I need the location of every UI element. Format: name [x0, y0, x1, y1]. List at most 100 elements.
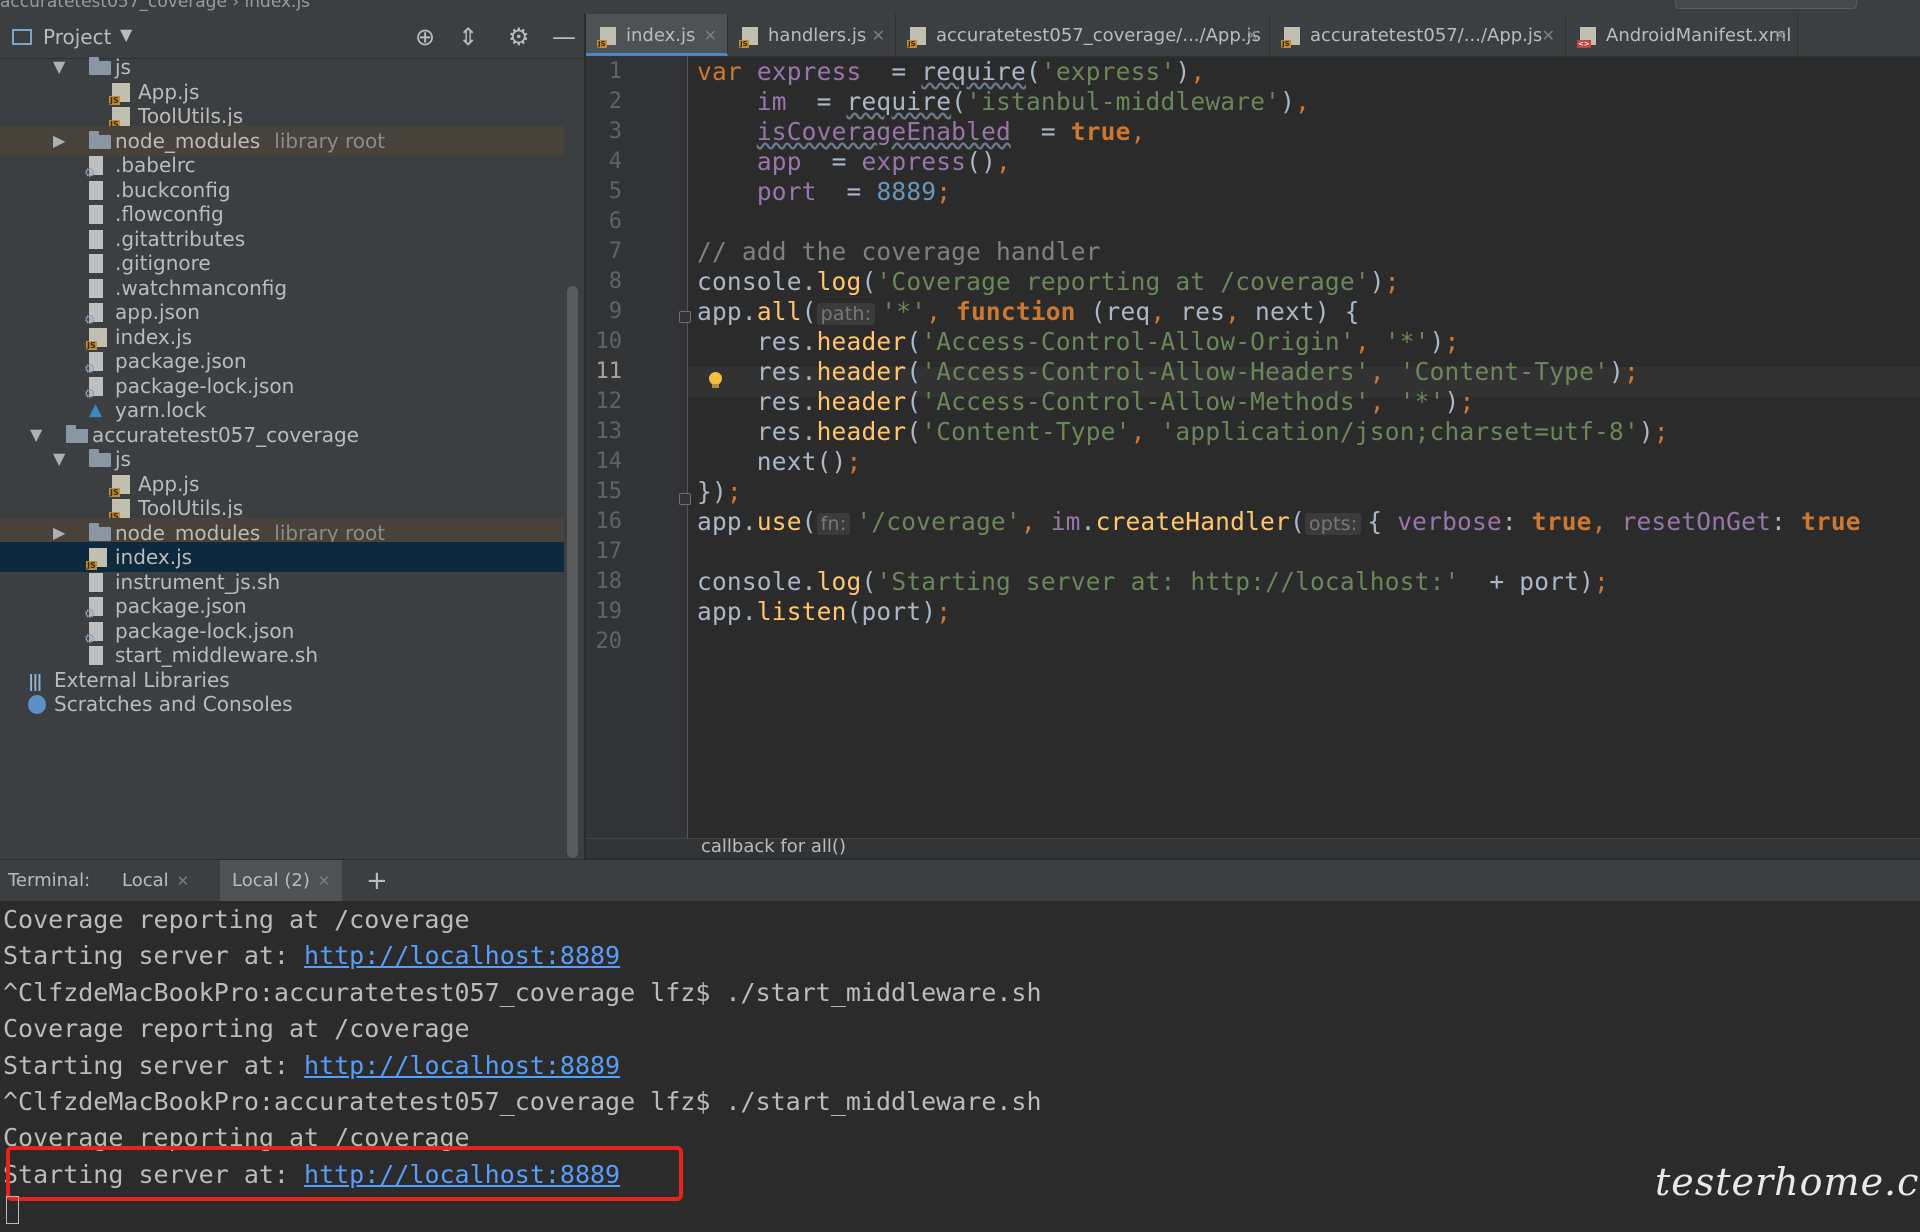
terminal-tab[interactable]: Local ✕	[110, 860, 201, 902]
code-line: res.header('Access-Control-Allow-Methods…	[697, 387, 1474, 417]
code-line: im = require('istanbul-middleware'),	[697, 87, 1310, 117]
code-token: require	[921, 57, 1026, 86]
code-token: ,	[1130, 417, 1161, 446]
close-icon[interactable]: ✕	[872, 14, 885, 58]
code-token: 'Coverage reporting at /coverage'	[876, 267, 1370, 296]
line-number: 13	[595, 419, 623, 444]
navigation-breadcrumb[interactable]: accuratetest057_coverage › index.js	[0, 0, 310, 12]
parameter-hint: path:	[816, 303, 876, 325]
code-token: ;	[1594, 567, 1609, 596]
line-number: 9	[608, 299, 622, 324]
code-token: ,	[1190, 57, 1206, 86]
editor-tab[interactable]: accuratetest057/.../App.js✕	[1270, 14, 1566, 56]
terminal-line: Coverage reporting at /coverage	[3, 1011, 470, 1047]
code-token: express	[861, 147, 967, 176]
code-token: :	[1771, 507, 1801, 536]
hide-panel-icon[interactable]: —	[552, 23, 576, 51]
line-number: 2	[608, 89, 622, 114]
close-icon[interactable]: ✕	[1542, 14, 1555, 58]
code-token: log	[816, 267, 862, 296]
code-token: )	[1444, 387, 1460, 416]
close-icon[interactable]: ✕	[1246, 14, 1259, 58]
code-token: console.	[697, 567, 817, 596]
scratches-icon	[28, 695, 46, 714]
tree-item[interactable]: Scratches and Consoles	[0, 689, 564, 719]
code-token: var	[697, 57, 757, 86]
code-token: log	[816, 567, 862, 596]
line-number: 8	[608, 269, 622, 294]
close-icon[interactable]: ✕	[177, 872, 190, 890]
code-token: ,	[1295, 87, 1311, 116]
fold-marker-icon[interactable]	[679, 311, 691, 323]
js-file-icon	[907, 27, 926, 48]
run-configuration-selector[interactable]	[1675, 0, 1857, 9]
editor-tab[interactable]: handlers.js✕	[728, 14, 896, 56]
code-token: (	[951, 87, 967, 116]
code-line: var express = require('express'),	[697, 57, 1205, 87]
code-token: res	[1180, 297, 1226, 326]
editor-tab-label: accuratetest057_coverage/.../App.js	[936, 25, 1261, 46]
code-token: createHandler	[1095, 507, 1290, 536]
code-token: (req	[1090, 297, 1151, 326]
folder-icon	[89, 522, 111, 541]
code-token: 'Content-Type'	[921, 417, 1131, 446]
editor-tab-label: handlers.js	[768, 25, 867, 46]
terminal-line: Starting server at: http://localhost:888…	[3, 1048, 620, 1084]
code-token: :	[1501, 507, 1532, 536]
code-token: })	[697, 477, 727, 506]
editor-tab-bar: index.js✕handlers.js✕accuratetest057_cov…	[586, 14, 1920, 57]
close-icon[interactable]: ✕	[704, 14, 717, 58]
collapse-all-icon[interactable]: ⇕	[458, 23, 478, 51]
terminal-cursor	[6, 1196, 19, 1224]
code-token: =	[816, 177, 877, 206]
code-token: ,	[1369, 357, 1400, 386]
editor-breadcrumb[interactable]: callback for all()	[701, 836, 846, 857]
code-line: app = express(),	[697, 147, 1011, 177]
terminal-line: Starting server at: http://localhost:888…	[3, 938, 620, 974]
config-file-icon	[84, 303, 103, 327]
tree-item-label: Scratches and Consoles	[54, 692, 293, 716]
editor-tab[interactable]: index.js ✕	[586, 14, 728, 56]
yarn-icon	[89, 401, 107, 420]
fold-marker-icon[interactable]	[679, 493, 691, 505]
chevron-down-icon[interactable]: ▼	[120, 25, 132, 44]
code-token: require	[846, 87, 952, 116]
code-token: ,	[996, 147, 1011, 176]
code-token: 'Content-Type'	[1399, 357, 1609, 386]
code-line: res.header('Content-Type', 'application/…	[697, 417, 1669, 447]
editor-tab[interactable]: AndroidManifest.xml✕	[1566, 14, 1798, 56]
code-token: =	[861, 57, 922, 86]
code-token: (	[801, 297, 817, 326]
line-number: 4	[608, 149, 622, 174]
locate-icon[interactable]: ⊕	[415, 23, 435, 51]
editor-tab[interactable]: accuratetest057_coverage/.../App.js✕	[896, 14, 1270, 56]
code-token: =	[786, 87, 847, 116]
code-token: )	[1369, 267, 1385, 296]
localhost-link[interactable]: http://localhost:8889	[304, 1051, 620, 1080]
parameter-hint: fn:	[816, 513, 851, 535]
close-icon[interactable]: ✕	[1774, 14, 1787, 58]
code-token: ,	[1591, 507, 1622, 536]
code-line: next();	[697, 447, 861, 477]
project-view-title[interactable]: Project	[43, 25, 111, 49]
code-token: ,	[1130, 117, 1146, 146]
terminal-tab[interactable]: Local (2) ✕	[220, 860, 343, 902]
code-token: ;	[936, 177, 952, 206]
code-token: ;	[726, 477, 742, 506]
localhost-link[interactable]: http://localhost:8889	[304, 941, 620, 970]
code-token: (	[861, 267, 877, 296]
project-scrollbar[interactable]	[567, 286, 578, 858]
config-file-icon	[84, 597, 103, 621]
line-number: 3	[608, 119, 622, 144]
line-number: 12	[595, 389, 623, 414]
code-token: ;	[1459, 387, 1475, 416]
file-icon	[89, 254, 103, 273]
editor-tab-label: index.js	[626, 25, 696, 46]
close-icon[interactable]: ✕	[318, 872, 331, 890]
new-terminal-button[interactable]: +	[366, 866, 388, 896]
gear-icon[interactable]: ⚙	[508, 23, 530, 51]
code-token: // add the coverage handler	[697, 237, 1101, 266]
line-number: 15	[595, 479, 623, 504]
terminal-tab-label: Local	[122, 870, 169, 891]
